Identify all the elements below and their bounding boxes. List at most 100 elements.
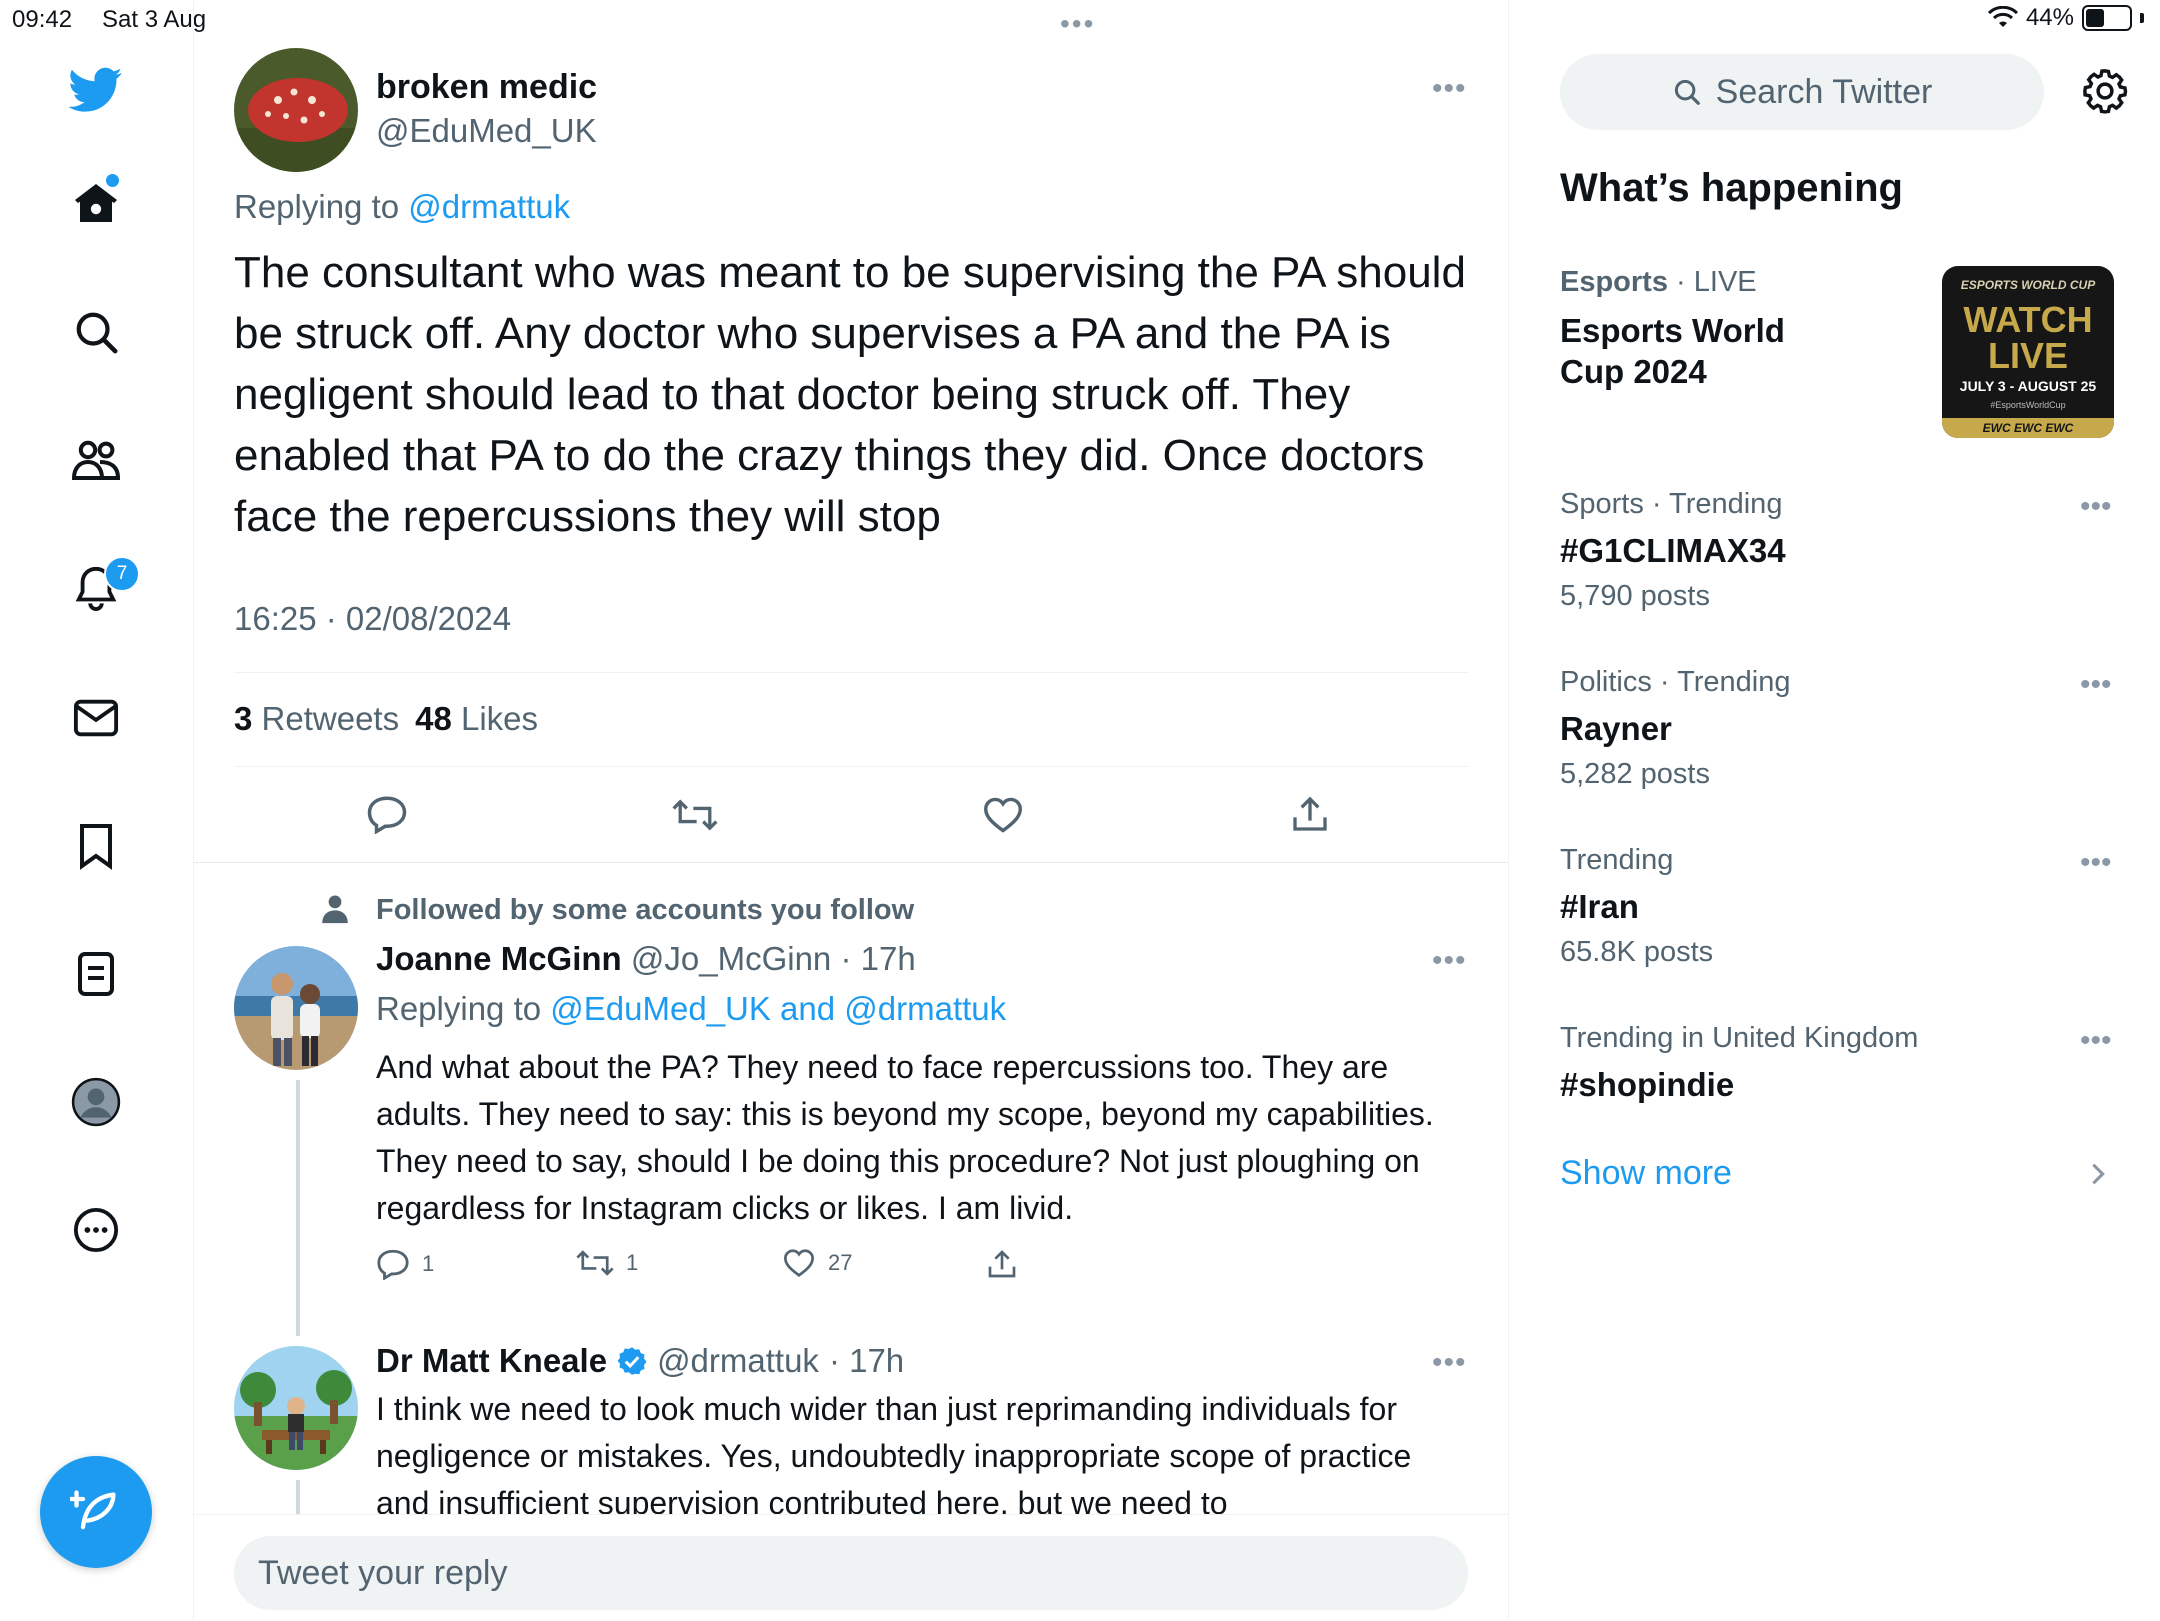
reply-like-count: 27 [828, 1250, 853, 1275]
followed-person-icon [318, 892, 352, 926]
reply2-author-name[interactable]: Dr Matt Kneale [376, 1342, 607, 1380]
reply-more-icon[interactable]: ••• [1432, 944, 1467, 978]
reply-replying-line: Replying to @EduMed_UK and @drmattuk [376, 990, 1006, 1028]
reply2-text: I think we need to look much wider than … [376, 1391, 1412, 1521]
home-icon[interactable] [60, 168, 132, 240]
tweet-timestamp[interactable]: 16:25 · 02/08/2024 [234, 600, 511, 638]
trend-4-more-icon[interactable]: ••• [2080, 1024, 2112, 1058]
reply-reply-action[interactable]: 1 [376, 1248, 434, 1280]
reply2-header: Dr Matt Kneale @drmattuk · 17h [376, 1342, 904, 1380]
more-options-icon[interactable] [60, 1194, 132, 1266]
featured-trend-image[interactable]: ESPORTS WORLD CUP WATCH LIVE JULY 3 - AU… [1942, 266, 2114, 438]
right-divider [1508, 0, 1509, 1620]
tweet-text: The consultant who was meant to be super… [234, 248, 1466, 541]
compose-feather-icon [70, 1490, 116, 1530]
image-top-text: ESPORTS WORLD CUP [1960, 278, 2096, 292]
home-new-dot [106, 174, 119, 187]
reply-retweet-count: 1 [626, 1250, 639, 1275]
featured-trend-title[interactable]: Esports World Cup 2024 [1560, 310, 1820, 392]
tweet-reply-input[interactable]: Tweet your reply [234, 1536, 1468, 1610]
featured-trend-meta[interactable]: Esports · LIVE [1560, 266, 1757, 299]
compose-tweet-button[interactable] [40, 1456, 152, 1568]
reply2-author-handle[interactable]: @drmattuk [657, 1342, 819, 1380]
reply2-more-icon[interactable]: ••• [1432, 1346, 1467, 1380]
reply-retweet-action[interactable]: 1 [576, 1248, 638, 1278]
tweet-stats: 3 Retweets 48 Likes [234, 700, 538, 738]
thread-line [296, 1080, 300, 1336]
reply-small-icon [377, 1249, 409, 1280]
search-small-icon [1674, 79, 1700, 105]
reply-like-action[interactable]: 27 [782, 1248, 852, 1278]
reply-time[interactable]: · 17h [840, 940, 915, 977]
trend-1-name[interactable]: #G1CLIMAX34 [1560, 532, 1786, 570]
trend-2-count: 5,282 posts [1560, 758, 1710, 790]
reply-share-icon[interactable] [986, 1248, 1018, 1280]
reply-author-handle[interactable]: @Jo_McGinn [631, 940, 831, 977]
battery-icon [2082, 5, 2132, 31]
trend-1-meta[interactable]: Sports · Trending [1560, 488, 1782, 521]
battery-percent: 44% [2025, 4, 2074, 31]
reply-text: And what about the PA? They need to face… [376, 1049, 1434, 1226]
trend-1-count: 5,790 posts [1560, 580, 1710, 612]
messages-icon[interactable] [60, 682, 132, 754]
trend-2-meta[interactable]: Politics · Trending [1560, 666, 1791, 699]
likes-stat[interactable]: 48 Likes [415, 700, 538, 738]
verified-badge-icon [617, 1347, 647, 1375]
social-context: Followed by some accounts you follow [376, 894, 915, 926]
lists-icon[interactable] [60, 938, 132, 1010]
show-more-link[interactable]: Show more [1560, 1154, 1732, 1193]
multitasking-dots-icon[interactable]: ••• [1060, 8, 1095, 40]
thread-divider [194, 862, 1508, 863]
settings-gear-icon[interactable] [2082, 68, 2128, 114]
tweet-more-icon[interactable]: ••• [1432, 72, 1467, 106]
reply-avatar-joanne[interactable] [234, 946, 358, 1070]
wifi-icon [1987, 6, 2018, 27]
status-date: Sat 3 Aug [102, 6, 207, 33]
status-right: 44% [1987, 4, 2144, 32]
featured-category: Esports [1560, 266, 1668, 298]
image-tag-text: #EsportsWorldCup [1990, 400, 2066, 410]
reply2-time[interactable]: · 17h [829, 1342, 904, 1380]
trend-2-more-icon[interactable]: ••• [2080, 668, 2112, 702]
reply-avatar-matt[interactable] [234, 1346, 358, 1470]
image-main-text: WATCH LIVE [1963, 299, 2093, 376]
author-handle[interactable]: @EduMed_UK [376, 112, 597, 150]
trend-3-name[interactable]: #Iran [1560, 888, 1639, 926]
chevron-right-icon[interactable] [2088, 1160, 2108, 1188]
reply-replying-links[interactable]: @EduMed_UK and @drmattuk [550, 990, 1006, 1027]
replying-to-link[interactable]: @drmattuk [408, 188, 570, 225]
replying-to-line: Replying to @drmattuk [234, 188, 570, 226]
left-divider [193, 0, 194, 1620]
image-strip: EWC EWC EWC [1942, 418, 2114, 438]
reply-action-icon[interactable] [366, 794, 408, 834]
trend-1-more-icon[interactable]: ••• [2080, 490, 2112, 524]
search-icon[interactable] [60, 296, 132, 368]
stats-top-divider [234, 672, 1468, 673]
bookmarks-icon[interactable] [60, 810, 132, 882]
communities-icon[interactable] [60, 424, 132, 496]
retweets-stat[interactable]: 3 Retweets [234, 700, 399, 738]
trend-2-name[interactable]: Rayner [1560, 710, 1672, 748]
like-small-icon [783, 1249, 815, 1277]
author-avatar[interactable] [234, 48, 358, 172]
trend-3-meta[interactable]: Trending [1560, 844, 1673, 877]
trend-3-more-icon[interactable]: ••• [2080, 846, 2112, 880]
retweets-label: Retweets [261, 700, 400, 737]
author-name[interactable]: broken medic [376, 68, 597, 107]
stats-bottom-divider [234, 766, 1468, 767]
twitter-logo-icon[interactable] [60, 54, 132, 126]
reply-author-name[interactable]: Joanne McGinn [376, 940, 622, 977]
like-action-icon[interactable] [982, 796, 1024, 834]
share-action-icon[interactable] [1290, 794, 1330, 834]
replying-prefix: Replying to [234, 188, 400, 225]
retweet-action-icon[interactable] [672, 796, 718, 834]
likes-label: Likes [460, 700, 539, 737]
retweet-small-icon [576, 1250, 614, 1276]
trend-4-name[interactable]: #shopindie [1560, 1066, 1734, 1104]
trend-4-meta[interactable]: Trending in United Kingdom [1560, 1022, 1918, 1055]
image-dates-text: JULY 3 - AUGUST 25 [1959, 378, 2097, 394]
likes-count: 48 [415, 700, 452, 737]
search-placeholder: Search Twitter [1715, 72, 1933, 111]
profile-icon[interactable] [60, 1066, 132, 1138]
search-box[interactable]: Search Twitter [1560, 54, 2044, 130]
